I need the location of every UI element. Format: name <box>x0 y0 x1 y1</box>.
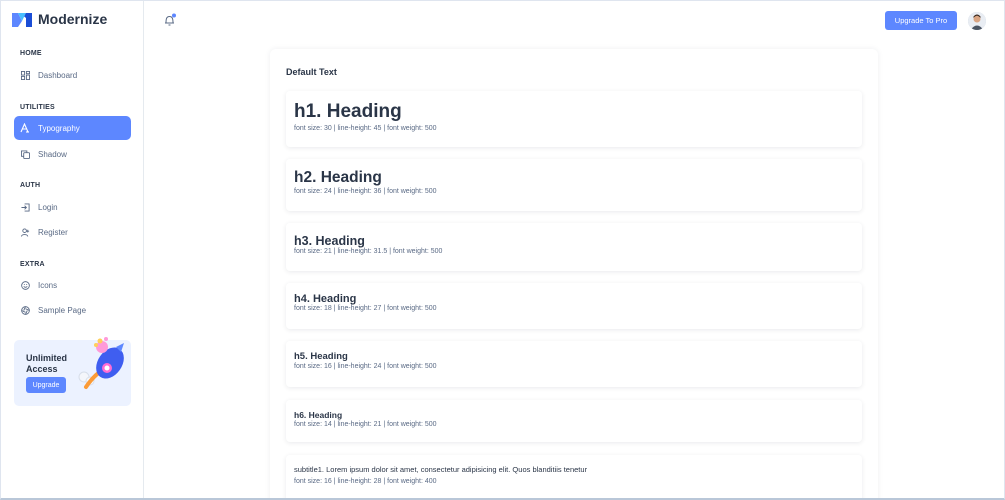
sidebar-item-typography[interactable]: Typography <box>14 116 131 140</box>
sidebar-item-label: Shadow <box>38 149 67 159</box>
nav-caption-auth: AUTH <box>20 182 41 189</box>
heading-sample: h2. Heading <box>294 169 382 186</box>
font-spec: font size: 30 | line-height: 45 | font w… <box>294 125 437 132</box>
sidebar-item-label: Icons <box>38 280 58 290</box>
upgrade-promo-card: Unlimited Access Upgrade <box>14 337 131 406</box>
heading-sample: h6. Heading <box>294 410 343 420</box>
avatar[interactable] <box>968 12 986 30</box>
dashboard-icon <box>20 70 30 80</box>
typography-card: Default Text h1. Heading font size: 30 |… <box>270 49 878 498</box>
sidebar-item-label: Register <box>38 227 68 237</box>
nav-caption-extra: EXTRA <box>20 261 45 268</box>
aperture-icon <box>20 305 30 315</box>
typography-row-subtitle1: subtitle1. Lorem ipsum dolor sit amet, c… <box>286 455 862 498</box>
user-plus-icon <box>20 227 30 237</box>
sidebar-item-dashboard[interactable]: Dashboard <box>14 63 131 87</box>
nav-caption-home: HOME <box>20 50 42 57</box>
typography-row-h6: h6. Heading font size: 14 | line-height:… <box>286 400 862 442</box>
sidebar-item-label: Typography <box>38 123 80 133</box>
font-spec: font size: 14 | line-height: 21 | font w… <box>294 421 437 428</box>
card-title: Default Text <box>286 67 337 77</box>
heading-sample: h5. Heading <box>294 351 348 362</box>
typography-row-h5: h5. Heading font size: 16 | line-height:… <box>286 341 862 387</box>
heading-sample: h3. Heading <box>294 234 365 248</box>
logo-icon <box>12 13 32 27</box>
promo-upgrade-button[interactable]: Upgrade <box>26 377 66 393</box>
mood-icon <box>20 280 30 290</box>
promo-title: Unlimited Access <box>26 353 68 374</box>
sidebar-item-label: Sample Page <box>38 305 87 315</box>
brand-logo[interactable]: Modernize <box>12 11 107 27</box>
copy-icon <box>20 149 30 159</box>
sidebar-item-register[interactable]: Register <box>14 220 131 244</box>
sidebar-item-shadow[interactable]: Shadow <box>14 142 131 166</box>
top-header: Upgrade To Pro <box>144 1 1004 41</box>
bell-icon[interactable] <box>163 13 177 27</box>
font-spec: font size: 16 | line-height: 28 | font w… <box>294 478 437 485</box>
rocket-illustration <box>78 337 124 389</box>
font-spec: font size: 18 | line-height: 27 | font w… <box>294 305 437 312</box>
sidebar: Modernize HOME Dashboard UTILITIES Typog… <box>1 1 144 498</box>
heading-sample: h1. Heading <box>294 101 402 122</box>
sidebar-item-login[interactable]: Login <box>14 195 131 219</box>
font-spec: font size: 24 | line-height: 36 | font w… <box>294 188 437 195</box>
app-window: Modernize HOME Dashboard UTILITIES Typog… <box>0 0 1005 500</box>
typography-row-h2: h2. Heading font size: 24 | line-height:… <box>286 159 862 211</box>
typography-icon <box>20 123 30 133</box>
font-spec: font size: 21 | line-height: 31.5 | font… <box>294 248 443 255</box>
sidebar-item-sample-page[interactable]: Sample Page <box>14 298 131 322</box>
typography-row-h3: h3. Heading font size: 21 | line-height:… <box>286 223 862 271</box>
typography-row-h1: h1. Heading font size: 30 | line-height:… <box>286 91 862 147</box>
subtitle-sample: subtitle1. Lorem ipsum dolor sit amet, c… <box>294 465 588 474</box>
typography-row-h4: h4. Heading font size: 18 | line-height:… <box>286 283 862 329</box>
login-icon <box>20 202 30 212</box>
brand-name: Modernize <box>38 11 108 27</box>
sidebar-item-label: Dashboard <box>38 70 78 80</box>
heading-sample: h4. Heading <box>294 293 357 305</box>
nav-caption-utilities: UTILITIES <box>20 104 55 111</box>
font-spec: font size: 16 | line-height: 24 | font w… <box>294 363 437 370</box>
upgrade-to-pro-button[interactable]: Upgrade To Pro <box>885 11 957 30</box>
sidebar-item-icons[interactable]: Icons <box>14 273 131 297</box>
sidebar-item-label: Login <box>38 202 58 212</box>
